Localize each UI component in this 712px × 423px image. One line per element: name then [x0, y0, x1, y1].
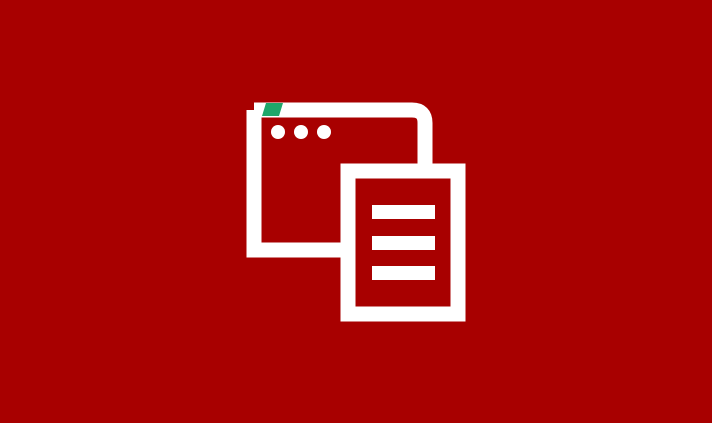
window-dot-2	[294, 125, 308, 139]
document-icon	[340, 163, 466, 322]
document-line-1	[372, 205, 435, 219]
document-line-2	[372, 236, 435, 250]
window-dot-1	[271, 125, 285, 139]
browser-window-with-document-icon	[246, 102, 466, 322]
document-line-3	[372, 266, 435, 280]
banner-canvas	[0, 0, 712, 423]
window-dot-3	[317, 125, 331, 139]
